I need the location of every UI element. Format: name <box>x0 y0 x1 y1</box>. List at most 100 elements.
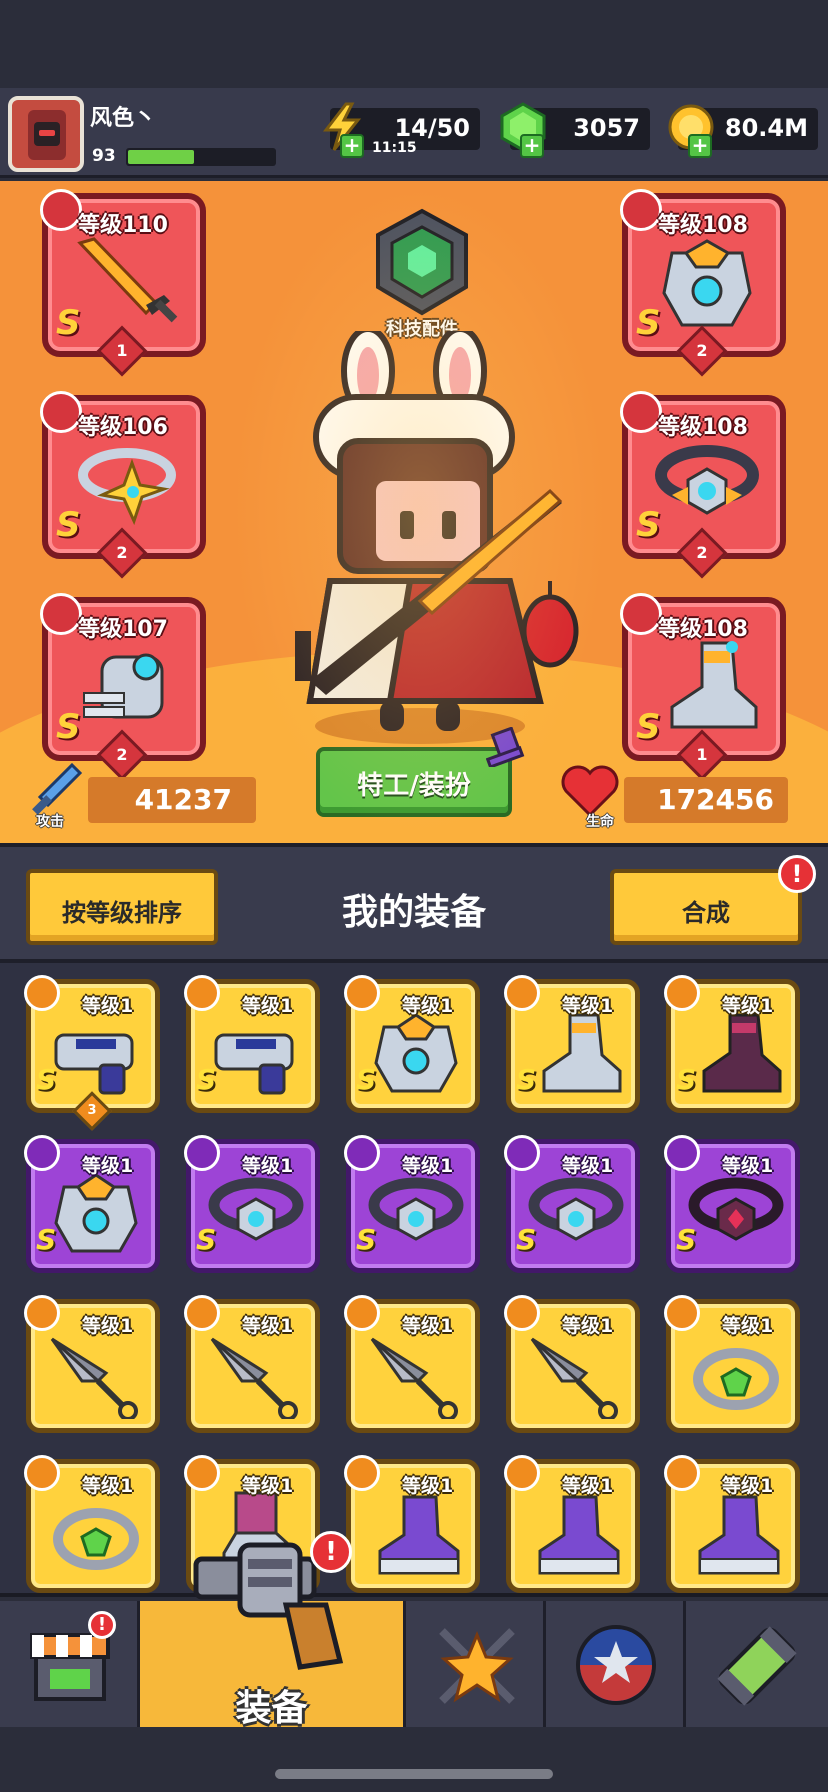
purple-boots-icon <box>698 1495 780 1575</box>
belt-icon <box>368 1177 464 1241</box>
equipment-section-header: 按等级排序 我的装备 合成 ! <box>0 843 828 963</box>
item-level: 等级1 <box>242 1475 294 1497</box>
ring-icon <box>53 1508 139 1570</box>
sword-attack-icon <box>32 762 83 815</box>
hero-character[interactable] <box>250 331 590 751</box>
hp-value: 172456 <box>657 783 774 816</box>
status-bar-area <box>0 0 828 88</box>
equipment-item[interactable]: 等级1 <box>344 1295 480 1433</box>
energy-plus-icon[interactable]: + <box>340 134 364 158</box>
necklace-category-icon <box>40 391 82 433</box>
item-level: 等级1 <box>722 1155 774 1177</box>
gems-plus-icon[interactable]: + <box>520 134 544 158</box>
item-level: 等级1 <box>242 1315 294 1337</box>
item-level: 等级1 <box>402 995 454 1017</box>
item-level: 等级1 <box>562 1315 614 1337</box>
item-rank: S <box>516 1223 537 1256</box>
equipment-item[interactable]: 等级1 <box>504 1455 640 1593</box>
equipment-tab-alert-badge: ! <box>310 1531 352 1573</box>
item-category-icon <box>664 975 700 1011</box>
attack-value: 41237 <box>134 783 232 816</box>
item-level: 等级1 <box>722 1475 774 1497</box>
tab-gene[interactable] <box>686 1601 828 1727</box>
item-rank: S <box>356 1223 377 1256</box>
equipment-item[interactable]: 等级1 S <box>504 1135 640 1273</box>
equip-slot-belt[interactable]: 等级108 S 2 <box>620 391 786 579</box>
item-level: 等级1 <box>722 995 774 1017</box>
armor-category-icon <box>620 189 662 231</box>
equipment-item[interactable]: 等级1 <box>24 1295 160 1433</box>
equipment-item[interactable]: 等级1 S <box>664 975 800 1113</box>
slot-rank: S <box>56 707 81 747</box>
tech-accessory-slot[interactable]: 科技配件 <box>366 207 478 357</box>
top-header: 风色丶 93 + 14/50 11:15 + 3057 + 80.4M <box>0 88 828 178</box>
equipment-item[interactable]: 等级1 <box>664 1455 800 1593</box>
item-category-icon <box>664 1135 700 1171</box>
equip-slot-armor[interactable]: 等级108 S 2 <box>620 189 786 377</box>
item-rank: S <box>196 1223 217 1256</box>
item-rank: S <box>36 1063 57 1096</box>
player-avatar[interactable] <box>8 96 84 172</box>
equipment-item[interactable]: 等级1 <box>24 1455 160 1593</box>
xp-bar <box>126 148 276 166</box>
equipment-item[interactable]: 等级1 S <box>184 1135 320 1273</box>
belt-icon <box>528 1177 624 1241</box>
tab-talent[interactable] <box>406 1601 546 1727</box>
item-level: 等级1 <box>402 1155 454 1177</box>
item-level: 等级1 <box>82 1155 134 1177</box>
tab-shop[interactable]: ! <box>0 1601 140 1727</box>
item-rank: S <box>36 1223 57 1256</box>
agent-costume-button[interactable]: 特工/装扮 <box>316 747 512 817</box>
slot-level: 等级107 <box>78 617 168 642</box>
boots-icon <box>542 1013 622 1093</box>
tab-equipment-label: 装备 <box>235 1688 308 1729</box>
coins-counter[interactable]: + 80.4M <box>668 104 818 158</box>
slot-rank: S <box>636 707 661 747</box>
slot-level: 等级110 <box>78 213 168 238</box>
equipment-item[interactable]: 等级1 <box>344 1455 480 1593</box>
weapon-category-icon <box>40 189 82 231</box>
equipment-item[interactable]: 等级1 S <box>344 975 480 1113</box>
coins-plus-icon[interactable]: + <box>688 134 712 158</box>
slot-level: 等级108 <box>658 415 748 440</box>
hp-stat: 172456 <box>624 777 788 823</box>
slot-level: 等级108 <box>658 617 748 642</box>
attack-stat: 41237 <box>88 777 256 823</box>
equipment-item[interactable]: 等级1 <box>184 1295 320 1433</box>
item-level: 等级1 <box>722 1315 774 1337</box>
equipment-item[interactable]: 等级1 S <box>24 1135 160 1273</box>
dark-boots-icon <box>702 1013 782 1093</box>
gems-value: 3057 <box>573 114 640 142</box>
gems-counter[interactable]: + 3057 <box>500 102 650 158</box>
equip-slot-necklace[interactable]: 等级106 S 2 <box>40 391 206 579</box>
belt-icon <box>208 1177 304 1241</box>
item-category-icon <box>344 1455 380 1491</box>
item-level: 等级1 <box>562 1475 614 1497</box>
dark-belt-icon <box>688 1177 784 1241</box>
equip-slot-boots[interactable]: 等级108 S 1 <box>620 593 786 781</box>
equip-slot-weapon[interactable]: 等级110 S 1 <box>40 189 206 377</box>
merge-button[interactable]: 合成 <box>610 869 802 945</box>
equipment-item[interactable]: 等级1 <box>664 1295 800 1433</box>
item-category-icon <box>184 975 220 1011</box>
item-rank: S <box>516 1063 537 1096</box>
item-category-icon <box>344 1135 380 1171</box>
tab-pets[interactable] <box>546 1601 686 1727</box>
attack-label: 攻击 <box>36 814 64 830</box>
equipment-item[interactable]: 等级1 S <box>504 975 640 1113</box>
equip-slot-glove[interactable]: 等级107 S 2 <box>40 593 206 781</box>
home-indicator <box>275 1769 553 1779</box>
item-category-icon <box>344 975 380 1011</box>
tech-chip-icon <box>376 208 468 316</box>
equipment-item[interactable]: 等级1 S <box>184 975 320 1113</box>
energy-timer: 11:15 <box>372 140 417 156</box>
tech-accessory-label: 科技配件 <box>386 319 458 340</box>
purple-boots-icon <box>538 1495 620 1575</box>
item-level: 等级1 <box>402 1475 454 1497</box>
equipment-item[interactable]: 等级1 S 3 <box>24 975 160 1131</box>
equipment-item[interactable]: 等级1 S <box>664 1135 800 1273</box>
equipment-item[interactable]: 等级1 S <box>344 1135 480 1273</box>
item-level: 等级1 <box>82 1315 134 1337</box>
equipment-item[interactable]: 等级1 <box>504 1295 640 1433</box>
item-level: 等级1 <box>562 995 614 1017</box>
